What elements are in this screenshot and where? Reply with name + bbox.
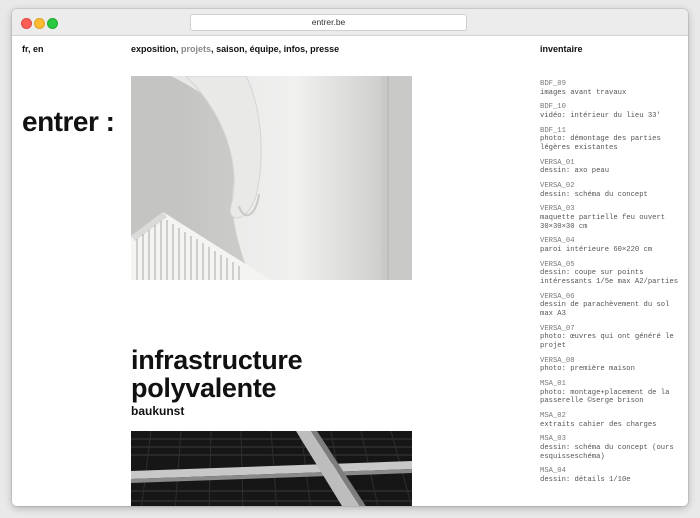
inventory-text: dessin: schéma du concept [540,190,648,199]
inventory-item[interactable]: MSA_04 dessin: détails 1/10e [540,467,680,484]
inventory-text: dessin: schéma du concept (ours esquisse… [540,444,674,461]
inventory-text: photo: œuvres qui ont généré le projet [540,333,674,350]
inventory-text: vidéo: intérieur du lieu 33' [540,111,661,120]
inventory-list: BDF_09 images avant travaux BDF_10 vidéo: … [540,80,680,491]
minimize-window-icon[interactable] [34,18,45,29]
inventory-code: MSA_04 [540,467,566,476]
web-page: fr, en exposition, projets, saison, équi… [12,36,688,506]
nav-item-infos[interactable]: infos [284,44,306,54]
inventory-text: dessin: coupe sur points intéressants 1/… [540,269,679,286]
main-nav: exposition, projets, saison, équipe, inf… [131,44,339,54]
inventory-code: BDF_09 [540,80,566,88]
inventory-item[interactable]: BDF_09 images avant travaux [540,80,680,97]
inventory-text: paroi intérieure 60×220 cm [540,246,653,255]
address-bar[interactable]: entrer.be [190,14,467,31]
inventory-item[interactable]: VERSA_08 photo: première maison [540,357,680,374]
inventory-code: VERSA_01 [540,158,575,167]
project-photo-interior[interactable] [131,76,412,280]
inventory-code: MSA_02 [540,412,566,421]
ceiling-grid-image [131,431,412,506]
inventory-text: images avant travaux [540,88,627,97]
inventory-text: maquette partielle feu ouvert 30×30×30 c… [540,214,666,231]
inventory-code: VERSA_07 [540,324,575,333]
browser-titlebar: entrer.be [12,9,688,36]
inventory-item[interactable]: BDF_11 photo: démontage des parties légèr… [540,127,680,153]
interior-architecture-image [131,76,412,280]
language-switcher[interactable]: fr, en [22,44,44,54]
inventory-item[interactable]: MSA_03 dessin: schéma du concept (ours es… [540,435,680,461]
inventory-item[interactable]: VERSA_04 paroi intérieure 60×220 cm [540,237,680,254]
site-logo[interactable]: entrer : [22,106,115,138]
inventory-text: extraits cahier des charges [540,420,657,429]
inventory-item[interactable]: VERSA_03 maquette partielle feu ouvert 30… [540,205,680,231]
inventory-item[interactable]: VERSA_02 dessin: schéma du concept [540,182,680,199]
inventory-code: VERSA_05 [540,260,575,269]
inventory-code: MSA_03 [540,435,566,444]
project-title[interactable]: infrastructure polyvalente [131,345,303,403]
inventory-item[interactable]: VERSA_07 photo: œuvres qui ont généré le … [540,325,680,351]
inventory-text: dessin: axo peau [540,167,610,176]
logo-colon: : [98,106,115,137]
nav-item-equipe[interactable]: équipe [250,44,279,54]
maximize-window-icon[interactable] [47,18,58,29]
inventory-item[interactable]: VERSA_05 dessin: coupe sur points intéres… [540,261,680,287]
inventory-item[interactable]: MSA_02 extraits cahier des charges [540,412,680,429]
inventory-item[interactable]: VERSA_01 dessin: axo peau [540,159,680,176]
inventory-text: photo: démontage des parties légères exi… [540,135,661,152]
inventory-item[interactable]: VERSA_06 dessin de parachèvement du sol m… [540,293,680,319]
inventory-text: photo: montage+placement de la passerell… [540,388,670,406]
browser-window: entrer.be fr, en exposition, projets, sa… [12,9,688,506]
inventory-item[interactable]: BDF_10 vidéo: intérieur du lieu 33' [540,103,680,120]
inventory-code: VERSA_08 [540,356,575,365]
logo-text: entrer [22,106,99,137]
project-title-line2: polyvalente [131,373,277,403]
inventory-code: MSA_01 [540,380,566,389]
nav-item-presse[interactable]: presse [310,44,339,54]
inventory-text: dessin de parachèvement du sol max A3 [540,301,670,318]
inventory-code: BDF_11 [540,126,566,135]
nav-item-exposition[interactable]: exposition [131,44,176,54]
inventory-code: BDF_10 [540,103,566,112]
nav-item-saison[interactable]: saison [216,44,245,54]
inventory-heading[interactable]: inventaire [540,44,583,54]
inventory-code: VERSA_06 [540,292,575,301]
nav-item-projets[interactable]: projets [181,44,211,54]
project-architect: baukunst [131,404,185,418]
inventory-text: dessin: détails 1/10e [540,476,631,484]
inventory-code: VERSA_04 [540,237,575,246]
inventory-code: VERSA_03 [540,205,575,214]
project-title-line1: infrastructure [131,345,303,375]
close-window-icon[interactable] [21,18,32,29]
inventory-text: photo: première maison [540,365,635,374]
inventory-item[interactable]: MSA_01 photo: montage+placement de la pas… [540,380,680,406]
project-photo-ceiling[interactable] [131,431,412,506]
inventory-code: VERSA_02 [540,182,575,191]
